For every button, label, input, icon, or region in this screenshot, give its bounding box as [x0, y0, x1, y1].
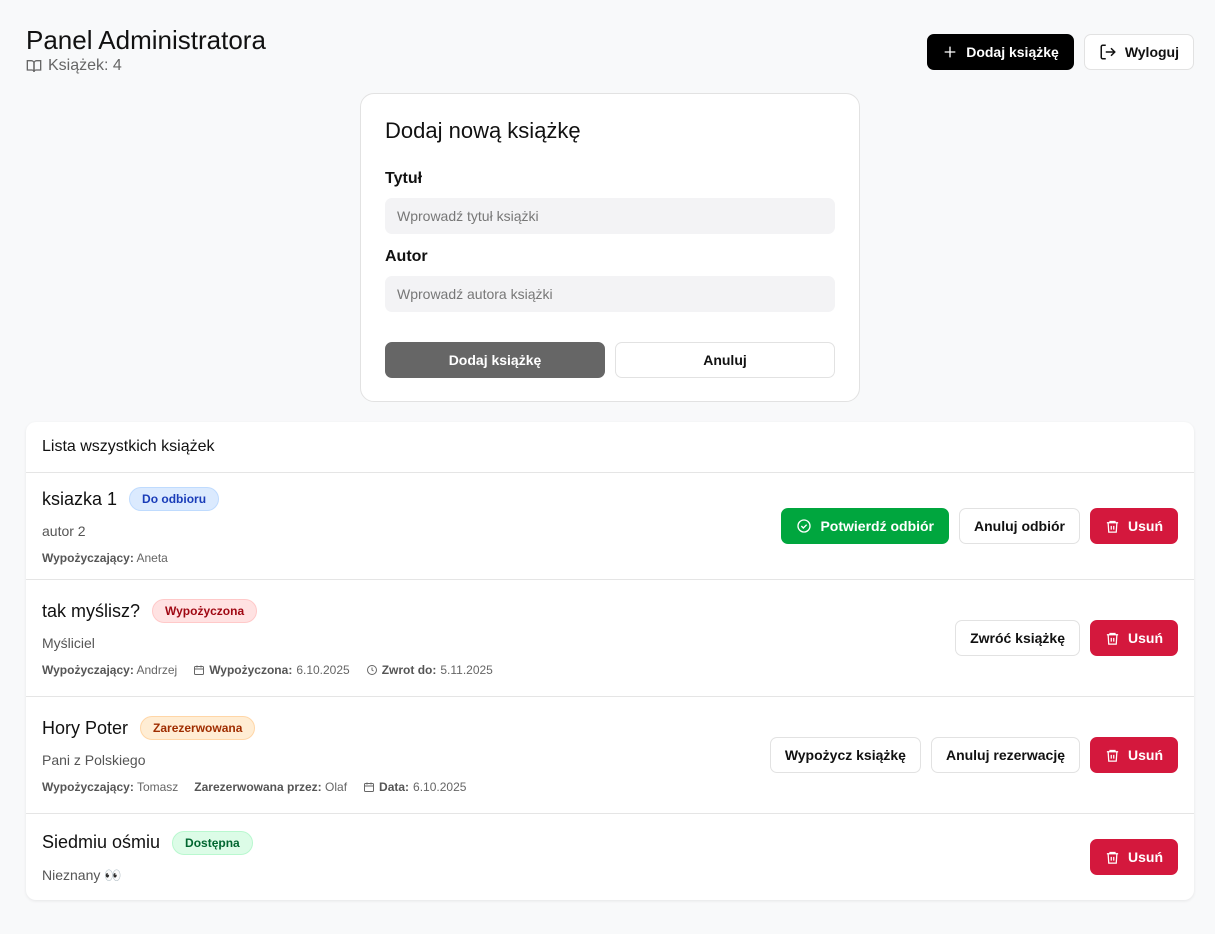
- book-title: Siedmiu ośmiu: [42, 832, 161, 852]
- borrower-label: Wypożyczający:: [42, 780, 134, 794]
- borrower: Aneta: [136, 551, 168, 565]
- return-book-button[interactable]: Zwróć książkę: [955, 620, 1080, 656]
- add-book-label: Dodaj książkę: [966, 44, 1059, 60]
- confirm-pickup-button[interactable]: Potwierdź odbiór: [781, 508, 950, 544]
- title-label: Tytuł: [385, 170, 423, 187]
- cancel-reservation-button[interactable]: Anuluj rezerwację: [930, 737, 1080, 773]
- logout-label: Wyloguj: [1124, 44, 1179, 60]
- author-label: Autor: [385, 248, 428, 265]
- logout-icon: [1099, 43, 1117, 61]
- confirm-pickup-label: Potwierdź odbiór: [820, 518, 935, 534]
- calendar-icon: [193, 664, 205, 676]
- borrower-label: Wypożyczający:: [42, 663, 134, 677]
- trash-icon: [1105, 519, 1120, 534]
- trash-icon: [1105, 631, 1120, 646]
- submit-book-button[interactable]: Dodaj książkę: [385, 342, 605, 378]
- list-header: Lista wszystkich książek: [26, 422, 1194, 473]
- logout-button[interactable]: Wyloguj: [1083, 34, 1194, 70]
- delete-label: Usuń: [1128, 518, 1163, 534]
- lend-book-button[interactable]: Wypożycz książkę: [769, 737, 921, 773]
- book-author: Pani z Polskiego: [42, 752, 146, 768]
- book-title: Hory Poter: [42, 717, 129, 738]
- due-label: Zwrot do:: [381, 663, 437, 677]
- borrower: Tomasz: [136, 780, 179, 794]
- book-author: Myśliciel: [42, 635, 95, 651]
- delete-label: Usuń: [1128, 630, 1163, 646]
- status-badge: Wypożyczona: [152, 599, 258, 623]
- delete-button[interactable]: Usuń: [1090, 620, 1178, 656]
- date-label: Data:: [379, 780, 410, 794]
- borrower-label: Wypożyczający:: [42, 551, 134, 565]
- reserved-label: Zarezerwowana przez:: [194, 780, 322, 794]
- due-date: 5.11.2025: [440, 663, 493, 677]
- check-circle-icon: [796, 518, 812, 534]
- status-badge: Zarezerwowana: [140, 716, 256, 740]
- page-title: Panel Administratora: [26, 25, 266, 55]
- delete-button[interactable]: Usuń: [1090, 737, 1178, 773]
- book-author: autor 2: [42, 523, 86, 539]
- cancel-pickup-button[interactable]: Anuluj odbiór: [959, 508, 1080, 544]
- book-row: ksiazka 1 Do odbioru autor 2 Wypożyczając…: [26, 473, 1194, 580]
- plus-icon: [942, 44, 958, 60]
- book-title: ksiazka 1: [42, 488, 118, 509]
- cancel-button[interactable]: Anuluj: [615, 342, 835, 378]
- delete-label: Usuń: [1128, 747, 1163, 763]
- book-row: Hory Poter Zarezerwowana Pani z Polskiego…: [26, 697, 1194, 814]
- reservation-date: 6.10.2025: [413, 780, 467, 794]
- add-book-form: Dodaj nową książkę Tytuł Autor Dodaj ksi…: [360, 93, 860, 402]
- book-row: Siedmiu ośmiu Dostępna Nieznany 👀 Usuń: [26, 814, 1194, 900]
- title-input[interactable]: [385, 198, 835, 234]
- borrowed-date: 6.10.2025: [296, 663, 350, 677]
- author-input[interactable]: [385, 276, 835, 312]
- form-title: Dodaj nową książkę: [385, 118, 581, 143]
- book-icon: [26, 58, 42, 74]
- trash-icon: [1105, 748, 1120, 763]
- book-row: tak myślisz? Wypożyczona Myśliciel Wypoży…: [26, 580, 1194, 697]
- delete-label: Usuń: [1128, 849, 1163, 865]
- trash-icon: [1105, 850, 1120, 865]
- delete-button[interactable]: Usuń: [1090, 508, 1178, 544]
- borrower: Andrzej: [136, 663, 178, 677]
- book-author: Nieznany 👀: [42, 866, 122, 883]
- book-list: Lista wszystkich książek ksiazka 1 Do odb…: [26, 422, 1194, 900]
- book-count-text: Książek: 4: [48, 57, 122, 74]
- clock-icon: [366, 664, 378, 676]
- status-badge: Do odbioru: [129, 487, 220, 511]
- calendar-icon: [363, 781, 375, 793]
- add-book-button[interactable]: Dodaj książkę: [927, 34, 1074, 70]
- status-badge: Dostępna: [172, 830, 253, 855]
- book-count: Książek: 4: [26, 57, 122, 75]
- borrowed-label: Wypożyczona:: [209, 663, 293, 677]
- reserved-by: Olaf: [325, 780, 348, 794]
- book-title: tak myślisz?: [42, 600, 141, 621]
- delete-button[interactable]: Usuń: [1090, 839, 1178, 875]
